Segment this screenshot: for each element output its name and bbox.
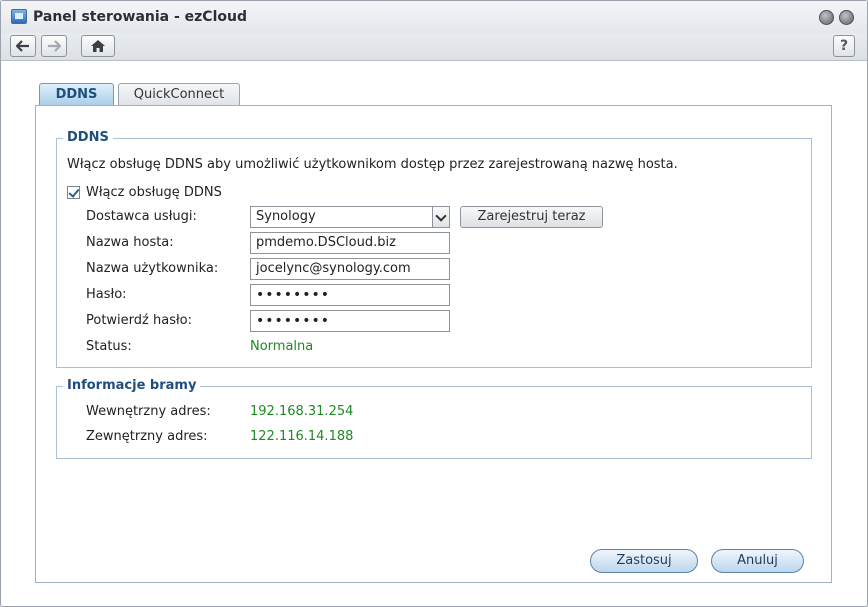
password-label: Hasło:: [86, 287, 127, 302]
back-button[interactable]: [10, 35, 36, 57]
enable-ddns-label: Włącz obsługę DDNS: [86, 185, 222, 200]
internal-address-label: Wewnętrzny adres:: [86, 404, 211, 419]
title-bar: Panel sterowania - ezCloud: [1, 1, 867, 33]
tab-panel: DDNS Włącz obsługę DDNS aby umożliwić uż…: [35, 105, 832, 583]
confirm-password-label: Potwierdź hasło:: [86, 313, 192, 328]
control-panel-window: Panel sterowania - ezCloud ? DDNS QuickC…: [0, 0, 868, 607]
gateway-group: Informacje bramy Wewnętrzny adres: 192.1…: [56, 378, 812, 459]
username-input[interactable]: jocelync@synology.com: [250, 258, 450, 280]
ddns-group: DDNS Włącz obsługę DDNS aby umożliwić uż…: [56, 130, 812, 368]
status-label: Status:: [86, 339, 132, 354]
internal-address-value: 192.168.31.254: [250, 404, 354, 419]
password-input[interactable]: ••••••••: [250, 284, 450, 306]
control-panel-icon: [11, 9, 27, 24]
toolbar: ?: [1, 33, 867, 61]
apply-button[interactable]: Zastosuj: [590, 549, 698, 573]
enable-ddns-checkbox[interactable]: [67, 186, 80, 199]
home-button[interactable]: [81, 35, 115, 57]
status-value: Normalna: [250, 339, 314, 354]
close-icon[interactable]: [839, 10, 854, 25]
hostname-input[interactable]: pmdemo.DSCloud.biz: [250, 232, 450, 254]
tab-quickconnect[interactable]: QuickConnect: [118, 83, 240, 106]
ddns-description: Włącz obsługę DDNS aby umożliwić użytkow…: [67, 157, 678, 172]
minimize-icon[interactable]: [819, 10, 834, 25]
chevron-down-icon[interactable]: [432, 207, 449, 227]
home-icon: [91, 40, 105, 52]
provider-label: Dostawca usługi:: [86, 209, 197, 224]
username-label: Nazwa użytkownika:: [86, 261, 219, 276]
tab-ddns[interactable]: DDNS: [39, 83, 114, 106]
provider-select[interactable]: Synology: [250, 206, 450, 228]
provider-value: Synology: [256, 209, 316, 224]
arrow-right-icon: [48, 40, 61, 52]
gateway-legend: Informacje bramy: [63, 378, 201, 393]
hostname-label: Nazwa hosta:: [86, 235, 174, 250]
cancel-button[interactable]: Anuluj: [711, 549, 804, 573]
external-address-label: Zewnętrzny adres:: [86, 429, 208, 444]
window-title: Panel sterowania - ezCloud: [33, 9, 247, 25]
ddns-legend: DDNS: [63, 130, 113, 145]
confirm-password-input[interactable]: ••••••••: [250, 310, 450, 332]
arrow-left-icon: [16, 40, 29, 52]
help-button[interactable]: ?: [833, 35, 855, 57]
register-now-button[interactable]: Zarejestruj teraz: [460, 206, 603, 228]
main-content: DDNS QuickConnect DDNS Włącz obsługę DDN…: [7, 67, 861, 601]
external-address-value: 122.116.14.188: [250, 429, 354, 444]
forward-button[interactable]: [41, 35, 67, 57]
